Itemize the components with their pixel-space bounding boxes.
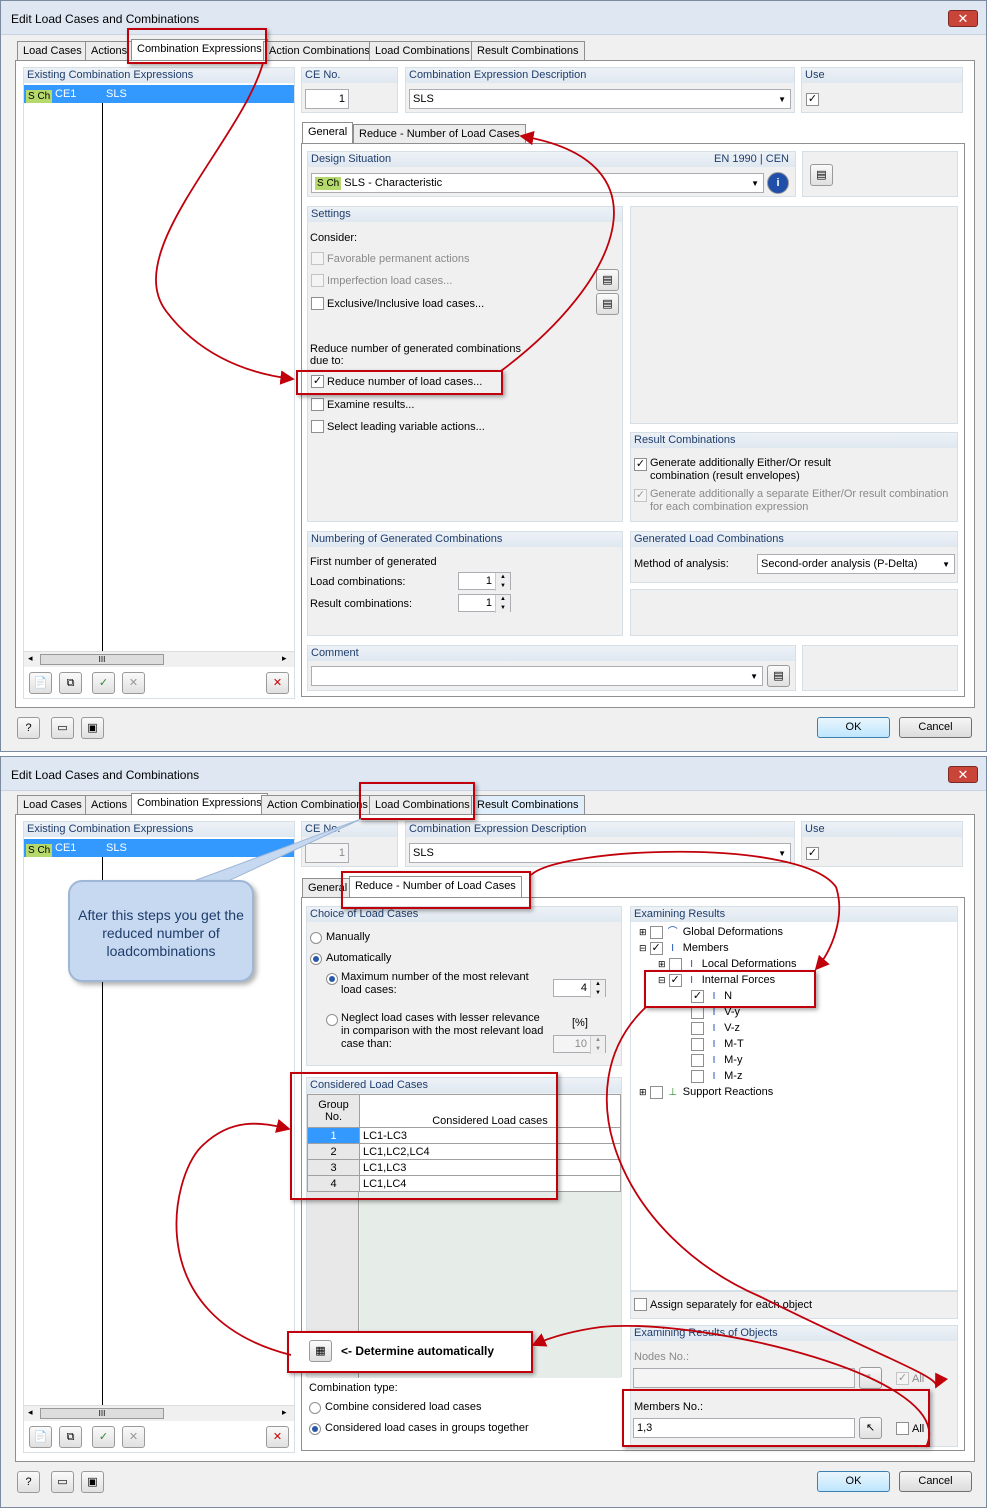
annotation-arrows [175, 818, 949, 1448]
callout-note: After this steps you get the reduced num… [68, 880, 254, 982]
arrow-to-reduce-tab [500, 130, 615, 372]
arrow-to-table [175, 1118, 292, 1356]
arrow-to-determine [531, 1325, 930, 1448]
arrow-to-members [606, 1006, 949, 1389]
dialog-reduce: Edit Load Cases and Combinations ✕ Load … [0, 756, 987, 1508]
arrow-to-internal [530, 850, 841, 971]
annotation-arrows [155, 62, 615, 385]
arrow-to-checkbox [155, 62, 295, 385]
dialog-general: Edit Load Cases and Combinations ✕ Load … [0, 0, 987, 752]
